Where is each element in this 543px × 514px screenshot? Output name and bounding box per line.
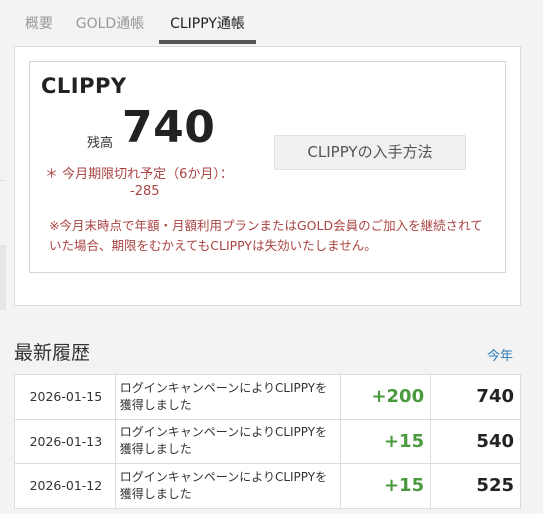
summary-card: CLIPPY 残高 740 ＊ 今月期限切れ予定（6か月）： -285 CLIP… [14,46,521,306]
history-title: 最新履歴 [14,342,91,364]
row-balance: 740 [430,374,521,420]
expire-value: -285 [130,184,160,199]
row-date: 2026-01-15 [14,374,116,420]
row-delta: +15 [340,463,432,509]
this-year-link[interactable]: 今年 [487,345,513,364]
table-row: 2026-01-15 ログインキャンペーンによりCLIPPYを獲得しました +2… [14,374,521,420]
row-balance: 525 [430,463,521,509]
tab-gold-passbook[interactable]: GOLD通帳 [70,0,150,44]
brand-title: CLIPPY [41,74,127,98]
row-delta: +15 [340,418,432,464]
balance-label: 残高 [87,136,114,151]
row-description: ログインキャンペーンによりCLIPPYを獲得しました [114,418,342,464]
expiration-notice: ※今月末時点で年額・月額利用プランまたはGOLD会員のご加入を継続されていた場合… [49,218,483,253]
tab-bar: 概要 GOLD通帳 CLIPPY通帳 [14,0,534,44]
row-balance: 540 [430,418,521,464]
row-date: 2026-01-12 [14,463,116,509]
expire-label: ＊ 今月期限切れ予定（6か月）： [45,167,233,182]
row-delta: +200 [340,374,432,420]
table-row: 2026-01-12 ログインキャンペーンによりCLIPPYを獲得しました +1… [14,463,521,509]
tab-clippy-passbook[interactable]: CLIPPY通帳 [159,0,256,44]
how-to-get-button[interactable]: CLIPPYの入手方法 [274,135,466,170]
page: 概要 GOLD通帳 CLIPPY通帳 CLIPPY 残高 740 ＊ 今月期限切… [0,0,543,514]
left-edge-divider [0,180,6,181]
row-description: ログインキャンペーンによりCLIPPYを獲得しました [114,463,342,509]
balance-value: 740 [122,102,216,153]
table-row: 2026-01-13 ログインキャンペーンによりCLIPPYを獲得しました +1… [14,418,521,464]
summary-panel: CLIPPY 残高 740 ＊ 今月期限切れ予定（6か月）： -285 CLIP… [29,61,506,273]
left-edge-panel [0,245,6,310]
history-table: 2026-01-15 ログインキャンペーンによりCLIPPYを獲得しました +2… [14,374,521,509]
tab-overview[interactable]: 概要 [14,0,64,44]
row-description: ログインキャンペーンによりCLIPPYを獲得しました [114,374,342,420]
row-date: 2026-01-13 [14,418,116,464]
